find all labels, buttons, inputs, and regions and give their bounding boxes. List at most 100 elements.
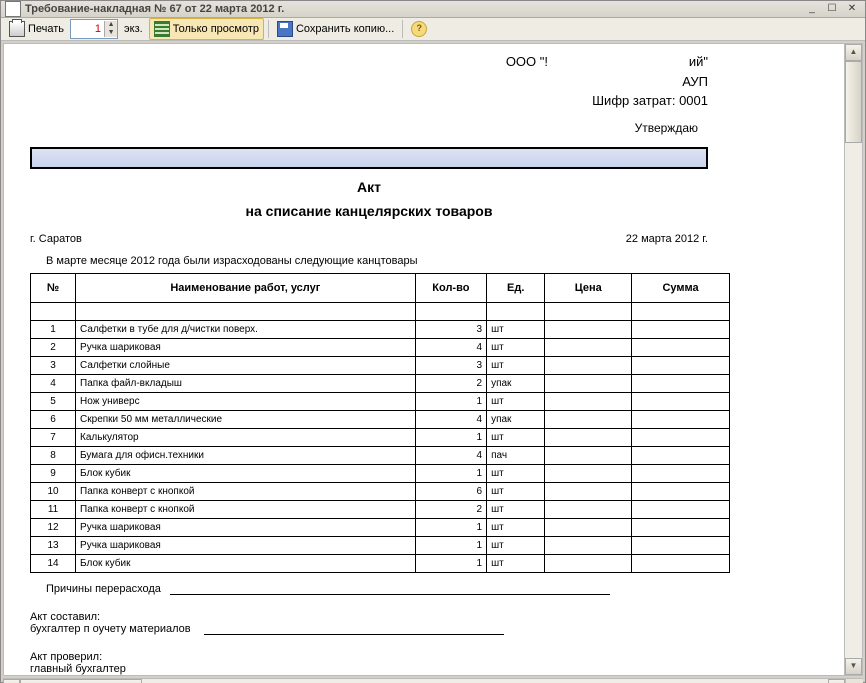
table-row: 3Салфетки слойные3шт [31, 356, 730, 374]
cell-n: 2 [31, 338, 76, 356]
table-row: 8Бумага для офисн.техники4пач [31, 446, 730, 464]
table-row: 11Папка конверт с кнопкой2шт [31, 500, 730, 518]
cell-qty: 1 [415, 428, 486, 446]
cell-price [545, 518, 632, 536]
cell-name: Скрепки 50 мм металлические [76, 410, 416, 428]
cell-qty: 3 [415, 356, 486, 374]
minimize-button[interactable]: _ [803, 2, 821, 16]
cell-price [545, 392, 632, 410]
table-row: 10Папка конверт с кнопкой6шт [31, 482, 730, 500]
cell-name: Папка файл-вкладыш [76, 374, 416, 392]
cell-price [545, 482, 632, 500]
reason-label: Причины перерасхода [46, 583, 161, 595]
col-unit: Ед. [487, 273, 545, 302]
scroll-right-button[interactable]: ► [828, 679, 845, 683]
cell-sum [632, 500, 730, 518]
scroll-thumb[interactable] [845, 61, 862, 143]
scroll-down-button[interactable]: ▼ [845, 658, 862, 675]
cell-qty: 1 [415, 464, 486, 482]
cell-name: Папка конверт с кнопкой [76, 500, 416, 518]
col-qty: Кол-во [415, 273, 486, 302]
cell-n: 10 [31, 482, 76, 500]
cell-unit: шт [487, 464, 545, 482]
cell-price [545, 410, 632, 428]
copies-input[interactable] [71, 22, 104, 36]
cell-unit: шт [487, 482, 545, 500]
cell-unit: шт [487, 500, 545, 518]
separator [402, 20, 403, 38]
print-label: Печать [28, 23, 64, 35]
cell-name: Ручка шариковая [76, 518, 416, 536]
copies-up[interactable]: ▲ [104, 21, 117, 29]
checked-role: главный бухгалтер [30, 663, 818, 675]
cell-unit: шт [487, 392, 545, 410]
act-subtitle: на списание канцелярских товаров [30, 203, 708, 219]
cell-qty: 6 [415, 482, 486, 500]
cell-unit: шт [487, 554, 545, 572]
cell-qty: 4 [415, 446, 486, 464]
copies-stepper[interactable]: ▲ ▼ [70, 19, 118, 39]
cell-price [545, 446, 632, 464]
cell-price [545, 428, 632, 446]
vertical-scrollbar[interactable]: ▲ ▼ [844, 44, 862, 675]
maximize-button[interactable]: ☐ [823, 2, 841, 16]
signature-line [204, 634, 504, 635]
cell-sum [632, 320, 730, 338]
cell-sum [632, 464, 730, 482]
col-price: Цена [545, 273, 632, 302]
cell-unit: упак [487, 410, 545, 428]
cell-n: 14 [31, 554, 76, 572]
table-row: 6Скрепки 50 мм металлические4упак [31, 410, 730, 428]
help-button[interactable]: ? [407, 19, 431, 39]
close-button[interactable]: ✕ [843, 2, 861, 16]
doc-date: 22 марта 2012 г. [626, 233, 708, 245]
save-copy-label: Сохранить копию... [296, 23, 394, 35]
document-viewport[interactable]: ООО "! ий" АУП Шифр затрат: 0001 Утвержд… [4, 44, 844, 675]
cell-price [545, 464, 632, 482]
cell-qty: 1 [415, 536, 486, 554]
table-row: 5Нож универс1шт [31, 392, 730, 410]
horizontal-scrollbar[interactable]: ◄ ► [3, 678, 863, 683]
composed-label: Акт составил: [30, 611, 818, 623]
cell-sum [632, 302, 730, 320]
cell-unit: шт [487, 536, 545, 554]
view-only-button[interactable]: Только просмотр [149, 18, 264, 40]
cell-name [76, 302, 416, 320]
hscroll-thumb[interactable] [20, 679, 142, 683]
cell-qty: 1 [415, 392, 486, 410]
reason-line [170, 594, 610, 595]
table-row: 13Ручка шариковая1шт [31, 536, 730, 554]
col-number: № [31, 273, 76, 302]
scroll-up-button[interactable]: ▲ [845, 44, 862, 61]
cell-n: 7 [31, 428, 76, 446]
cell-unit: шт [487, 518, 545, 536]
cell-qty: 1 [415, 554, 486, 572]
save-icon [277, 21, 293, 37]
cell-n: 3 [31, 356, 76, 374]
cell-n: 8 [31, 446, 76, 464]
titlebar: Требование-накладная № 67 от 22 марта 20… [1, 1, 865, 18]
cell-n: 6 [31, 410, 76, 428]
save-copy-button[interactable]: Сохранить копию... [273, 19, 398, 39]
city: г. Саратов [30, 233, 82, 245]
table-row: 14Блок кубик1шт [31, 554, 730, 572]
selection-bar[interactable] [30, 147, 708, 169]
cell-name: Блок кубик [76, 554, 416, 572]
print-button[interactable]: Печать [5, 19, 68, 39]
table-row: 4Папка файл-вкладыш2упак [31, 374, 730, 392]
cell-name: Блок кубик [76, 464, 416, 482]
approve-label: Утверждаю [30, 121, 698, 135]
cell-sum [632, 446, 730, 464]
scroll-track[interactable] [845, 61, 862, 658]
cell-name: Нож универс [76, 392, 416, 410]
toolbar: Печать ▲ ▼ экз. Только просмотр Сохранит… [1, 18, 865, 41]
hscroll-track[interactable] [20, 679, 828, 683]
act-title: Акт [30, 179, 708, 195]
cell-unit: пач [487, 446, 545, 464]
cell-sum [632, 338, 730, 356]
cell-price [545, 356, 632, 374]
scroll-left-button[interactable]: ◄ [3, 679, 20, 683]
cell-n: 11 [31, 500, 76, 518]
cell-name: Ручка шариковая [76, 338, 416, 356]
copies-down[interactable]: ▼ [104, 29, 117, 37]
